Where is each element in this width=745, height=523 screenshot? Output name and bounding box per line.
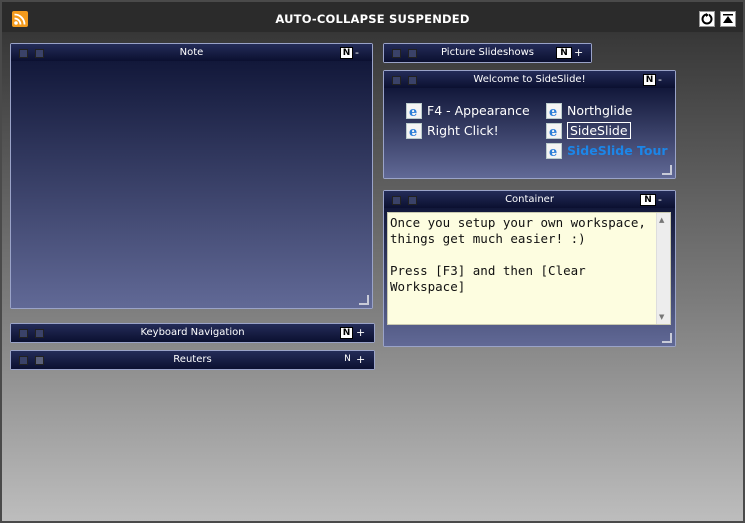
picture-slideshows-expand-button[interactable]: +: [574, 46, 583, 59]
note-panel-n-button[interactable]: N: [340, 47, 353, 59]
reuters-titlebar[interactable]: Reuters N +: [11, 351, 374, 369]
keyboard-navigation-expand-button[interactable]: +: [356, 326, 365, 339]
svg-text:e: e: [549, 125, 557, 138]
link-label: SideSlide: [567, 122, 631, 139]
keyboard-navigation-titlebar[interactable]: Keyboard Navigation N +: [11, 324, 374, 342]
reuters-n-button[interactable]: N: [342, 354, 353, 364]
link-label: Northglide: [567, 103, 633, 118]
link-right-click[interactable]: e Right Click!: [406, 122, 499, 140]
container-panel: Container N - Once you setup your own wo…: [383, 190, 676, 347]
link-f4-appearance[interactable]: e F4 - Appearance: [406, 102, 530, 120]
keyboard-navigation-title: Keyboard Navigation: [140, 327, 245, 338]
resize-grip-icon[interactable]: [662, 333, 672, 343]
picture-slideshows-panel: Picture Slideshows N +: [383, 43, 592, 63]
svg-text:e: e: [549, 105, 557, 118]
welcome-body: e F4 - Appearance e Right Click! e Northgli…: [384, 88, 675, 178]
refresh-icon[interactable]: [699, 11, 715, 27]
internet-explorer-icon: e: [406, 122, 422, 139]
internet-explorer-icon: e: [546, 122, 562, 139]
link-label: Right Click!: [427, 123, 499, 138]
svg-text:e: e: [549, 145, 557, 158]
welcome-titlebar[interactable]: Welcome to SideSlide! N -: [384, 71, 675, 88]
vertical-scrollbar[interactable]: ▲ ▼: [656, 213, 670, 324]
expand-up-icon[interactable]: [720, 11, 736, 27]
reuters-panel: Reuters N +: [10, 350, 375, 370]
picture-slideshows-n-button[interactable]: N: [556, 47, 572, 59]
note-panel-body[interactable]: [11, 61, 372, 308]
container-collapse-button[interactable]: -: [658, 193, 662, 206]
welcome-n-button[interactable]: N: [643, 74, 656, 86]
note-panel-collapse-button[interactable]: -: [355, 46, 359, 59]
note-panel-titlebar[interactable]: Note N -: [11, 44, 372, 61]
container-titlebar[interactable]: Container N -: [384, 191, 675, 208]
picture-slideshows-titlebar[interactable]: Picture Slideshows N +: [384, 44, 591, 62]
internet-explorer-icon: e: [546, 102, 562, 119]
svg-text:e: e: [409, 105, 417, 118]
welcome-panel: Welcome to SideSlide! N - e F4 - Appearan…: [383, 70, 676, 179]
container-title: Container: [505, 194, 554, 205]
reuters-title: Reuters: [173, 354, 212, 365]
link-northglide[interactable]: e Northglide: [546, 102, 632, 120]
container-note-text[interactable]: Once you setup your own workspace, thing…: [388, 213, 656, 324]
note-line: Once you setup your own workspace,: [390, 215, 646, 230]
scroll-down-icon[interactable]: ▼: [659, 313, 664, 321]
note-panel-title: Note: [179, 47, 204, 58]
container-note-textarea[interactable]: Once you setup your own workspace, thing…: [387, 212, 671, 325]
link-sideslide-tour[interactable]: e SideSlide Tour: [546, 142, 668, 160]
reuters-expand-button[interactable]: +: [356, 353, 365, 366]
scroll-up-icon[interactable]: ▲: [659, 216, 664, 224]
window-title: AUTO-COLLAPSE SUSPENDED: [275, 12, 470, 26]
note-line: things get much easier! :): [390, 231, 586, 246]
link-label: F4 - Appearance: [427, 103, 530, 118]
keyboard-navigation-panel: Keyboard Navigation N +: [10, 323, 375, 343]
welcome-title: Welcome to SideSlide!: [473, 74, 586, 85]
link-sideslide[interactable]: e SideSlide: [546, 122, 631, 140]
keyboard-navigation-n-button[interactable]: N: [340, 327, 353, 339]
note-line: Press [F3] and then [Clear Workspace]: [390, 263, 586, 294]
top-bar: AUTO-COLLAPSE SUSPENDED: [2, 2, 743, 32]
resize-grip-icon[interactable]: [359, 295, 369, 305]
link-label: SideSlide Tour: [567, 143, 668, 158]
welcome-collapse-button[interactable]: -: [658, 73, 662, 86]
resize-grip-icon[interactable]: [662, 165, 672, 175]
svg-text:e: e: [409, 125, 417, 138]
container-n-button[interactable]: N: [640, 194, 656, 206]
internet-explorer-icon: e: [406, 102, 422, 119]
sideslide-workspace: AUTO-COLLAPSE SUSPENDED Note N - Keyboar…: [0, 0, 745, 523]
internet-explorer-icon: e: [546, 142, 562, 159]
container-body: Once you setup your own workspace, thing…: [384, 208, 675, 346]
note-panel: Note N -: [10, 43, 373, 309]
